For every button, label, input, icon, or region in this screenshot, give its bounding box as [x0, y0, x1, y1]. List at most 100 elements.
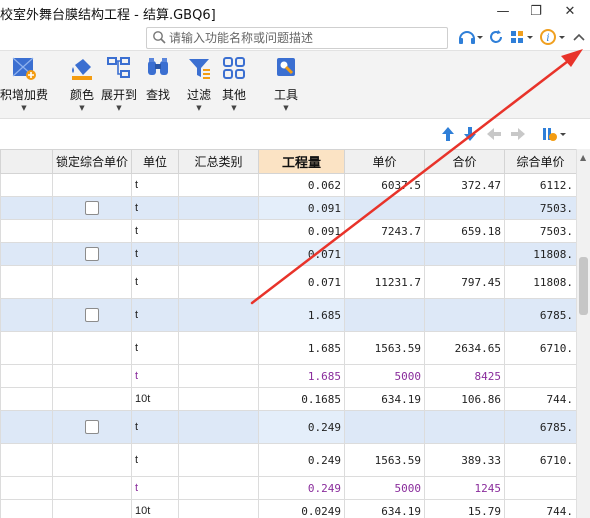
- lock-price-cell[interactable]: [52, 410, 132, 444]
- column-header[interactable]: [0, 149, 53, 174]
- unit-price-cell[interactable]: 6710.: [504, 443, 576, 477]
- app-grid-icon[interactable]: [509, 28, 535, 46]
- lock-price-cell[interactable]: [52, 499, 132, 518]
- lock-price-cell[interactable]: [52, 173, 132, 197]
- unit-price-cell[interactable]: [504, 476, 576, 500]
- column-header[interactable]: 锁定综合单价: [52, 149, 132, 174]
- unit-price-cell[interactable]: 744.: [504, 499, 576, 518]
- column-header[interactable]: 综合单价: [504, 149, 576, 174]
- price-cell[interactable]: 1563.59: [344, 331, 425, 365]
- row-indicator-cell[interactable]: [0, 387, 53, 411]
- row-indicator-cell[interactable]: [0, 410, 53, 444]
- lock-price-cell[interactable]: [52, 219, 132, 243]
- quantity-cell[interactable]: 0.249: [258, 410, 345, 444]
- category-cell[interactable]: [178, 196, 259, 220]
- quantity-cell[interactable]: 0.1685: [258, 387, 345, 411]
- category-cell[interactable]: [178, 387, 259, 411]
- unit-price-cell[interactable]: 7503.: [504, 219, 576, 243]
- ribbon-button-filter[interactable]: 过滤 ▼: [183, 55, 215, 115]
- table-row[interactable]: t 0.249 5000 1245: [0, 476, 576, 500]
- scroll-thumb[interactable]: [579, 257, 588, 315]
- move-left-icon[interactable]: [486, 126, 502, 142]
- category-cell[interactable]: [178, 443, 259, 477]
- price-cell[interactable]: 634.19: [344, 387, 425, 411]
- price-cell[interactable]: [344, 410, 425, 444]
- unit-cell[interactable]: t: [131, 443, 179, 477]
- category-cell[interactable]: [178, 265, 259, 299]
- table-row[interactable]: t 0.249 1563.59 389.33 6710.: [0, 443, 576, 477]
- row-indicator-cell[interactable]: [0, 476, 53, 500]
- unit-price-cell[interactable]: 6710.: [504, 331, 576, 365]
- total-cell[interactable]: 659.18: [424, 219, 505, 243]
- row-indicator-cell[interactable]: [0, 443, 53, 477]
- price-cell[interactable]: [344, 196, 425, 220]
- headset-icon[interactable]: [457, 28, 483, 46]
- quantity-cell[interactable]: 1.685: [258, 364, 345, 388]
- move-up-icon[interactable]: [440, 126, 456, 142]
- category-cell[interactable]: [178, 331, 259, 365]
- refresh-icon[interactable]: [487, 28, 505, 46]
- ribbon-button-tools[interactable]: 工具 ▼: [270, 55, 302, 115]
- row-indicator-cell[interactable]: [0, 196, 53, 220]
- lock-price-cell[interactable]: [52, 196, 132, 220]
- lock-price-cell[interactable]: [52, 331, 132, 365]
- row-indicator-cell[interactable]: [0, 331, 53, 365]
- total-cell[interactable]: 1245: [424, 476, 505, 500]
- price-cell[interactable]: 11231.7: [344, 265, 425, 299]
- scroll-up-icon[interactable]: ▲: [580, 153, 586, 162]
- table-row[interactable]: t 1.685 6785.: [0, 298, 576, 332]
- unit-cell[interactable]: t: [131, 242, 179, 266]
- lock-price-cell[interactable]: [52, 364, 132, 388]
- category-cell[interactable]: [178, 298, 259, 332]
- unit-price-cell[interactable]: 6785.: [504, 298, 576, 332]
- table-row[interactable]: t 0.062 6037.5 372.47 6112.: [0, 173, 576, 197]
- vertical-scrollbar[interactable]: ▲: [576, 149, 590, 518]
- lock-price-cell[interactable]: [52, 387, 132, 411]
- row-indicator-cell[interactable]: [0, 499, 53, 518]
- move-down-icon[interactable]: [462, 126, 478, 142]
- move-right-icon[interactable]: [510, 126, 526, 142]
- quantity-cell[interactable]: 0.249: [258, 476, 345, 500]
- table-row[interactable]: t 0.249 6785.: [0, 410, 576, 444]
- unit-cell[interactable]: t: [131, 331, 179, 365]
- category-cell[interactable]: [178, 242, 259, 266]
- ribbon-button-cost[interactable]: 积增加费 ▼: [0, 55, 50, 115]
- unit-cell[interactable]: t: [131, 476, 179, 500]
- row-indicator-cell[interactable]: [0, 265, 53, 299]
- ribbon-button-find[interactable]: 查找: [143, 55, 173, 115]
- table-row[interactable]: t 0.071 11808.: [0, 242, 576, 266]
- ribbon-button-color[interactable]: 颜色 ▼: [66, 55, 98, 115]
- row-indicator-cell[interactable]: [0, 242, 53, 266]
- table-row[interactable]: t 1.685 1563.59 2634.65 6710.: [0, 331, 576, 365]
- lock-price-cell[interactable]: [52, 298, 132, 332]
- quantity-cell[interactable]: 0.062: [258, 173, 345, 197]
- price-cell[interactable]: 5000: [344, 364, 425, 388]
- total-cell[interactable]: 389.33: [424, 443, 505, 477]
- column-header-selected[interactable]: 工程量: [258, 149, 345, 174]
- table-row[interactable]: t 0.071 11231.7 797.45 11808.: [0, 265, 576, 299]
- quantity-cell[interactable]: 1.685: [258, 298, 345, 332]
- price-cell[interactable]: 634.19: [344, 499, 425, 518]
- price-cell[interactable]: [344, 242, 425, 266]
- total-cell[interactable]: [424, 196, 505, 220]
- unit-cell[interactable]: t: [131, 265, 179, 299]
- restore-button[interactable]: ❐: [527, 3, 545, 21]
- quantity-cell[interactable]: 0.071: [258, 265, 345, 299]
- total-cell[interactable]: 106.86: [424, 387, 505, 411]
- lock-price-cell[interactable]: [52, 265, 132, 299]
- unit-price-cell[interactable]: 744.: [504, 387, 576, 411]
- category-cell[interactable]: [178, 219, 259, 243]
- lock-price-checkbox[interactable]: [85, 247, 99, 261]
- category-cell[interactable]: [178, 364, 259, 388]
- lock-price-checkbox[interactable]: [85, 308, 99, 322]
- unit-cell[interactable]: t: [131, 219, 179, 243]
- search-box[interactable]: [146, 27, 448, 49]
- quantity-cell[interactable]: 0.0249: [258, 499, 345, 518]
- total-cell[interactable]: [424, 298, 505, 332]
- unit-price-cell[interactable]: 6785.: [504, 410, 576, 444]
- unit-cell[interactable]: 10t: [131, 387, 179, 411]
- quantity-cell[interactable]: 1.685: [258, 331, 345, 365]
- ribbon-button-other[interactable]: 其他 ▼: [218, 55, 250, 115]
- category-cell[interactable]: [178, 410, 259, 444]
- category-cell[interactable]: [178, 476, 259, 500]
